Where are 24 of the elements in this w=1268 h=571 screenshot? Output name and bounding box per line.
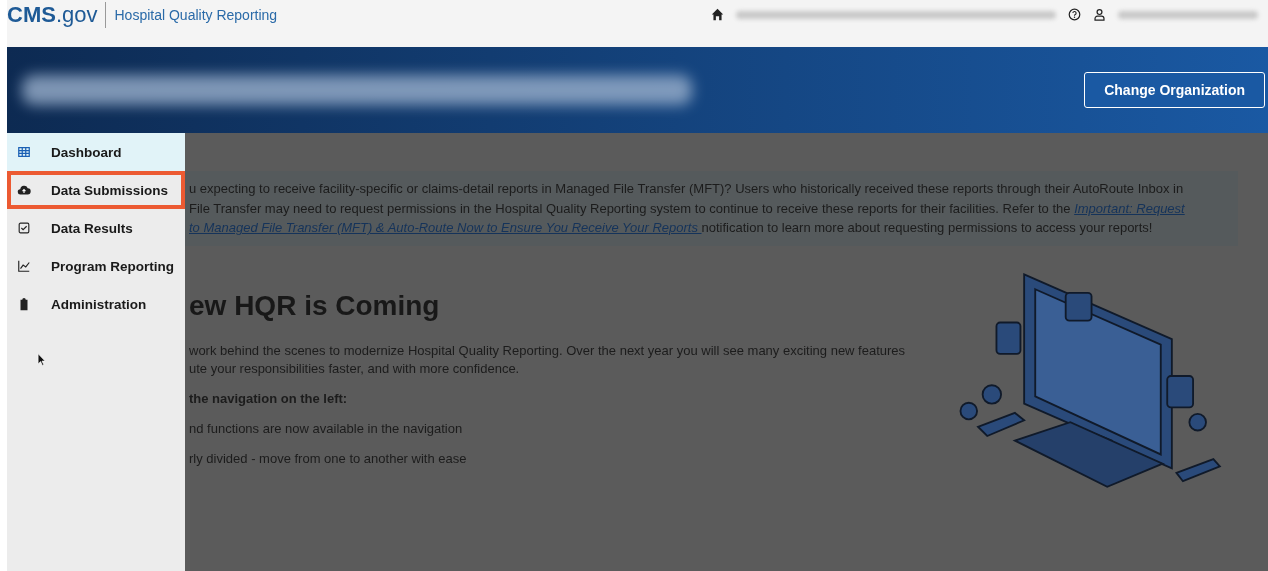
sidebar-item[interactable]: Program Reporting — [7, 247, 185, 285]
page-heading: ew HQR is Coming — [189, 289, 441, 322]
user-icon[interactable] — [1093, 8, 1106, 21]
sidebar-item[interactable]: Data Submissions — [7, 171, 185, 209]
app-name: Hospital Quality Reporting — [114, 6, 278, 23]
notice-text: File Transfer may need to request permissions in the Hospital Quality Reporting system to continue to receive these reports for their facilities. Refer to the Important: Request — [188, 199, 1186, 218]
home-icon[interactable] — [711, 8, 724, 21]
body-text: rly divided - move from one to another with ease — [189, 449, 468, 468]
sidebar-item[interactable]: Data Results — [7, 209, 185, 247]
cms-logo[interactable]: CMS.gov — [7, 1, 107, 28]
body-text: the navigation on the left: — [189, 389, 349, 408]
help-icon[interactable] — [1068, 8, 1081, 21]
mouse-pointer-icon — [37, 353, 47, 367]
checkbox-icon — [17, 221, 31, 235]
change-organization-button[interactable]: Change Organization — [1084, 72, 1265, 108]
line-chart-icon — [17, 259, 31, 273]
cloud-upload-icon — [17, 183, 31, 197]
grid-icon — [17, 145, 31, 159]
notice-text: to Managed File Transfer (MFT) & Auto-Route Now to Ensure You Receive Your Reports notification to learn more about requesting permissions to access your reports! — [188, 219, 1154, 237]
body-text: work behind the scenes to modernize Hospital Quality Reporting. Over the next year you will see many exciting new features — [189, 341, 906, 360]
body-text: ute your responsibilities faster, and with more confidence. — [189, 359, 521, 378]
notice-text: u expecting to receive facility-specific or claims-detail reports in Managed File Transfer (MFT)? Users who historically received these reports through their AutoRoute Inbox in — [188, 180, 1185, 198]
sidebar-item[interactable]: Dashboard — [7, 133, 185, 171]
sidebar-item[interactable]: Administration — [7, 285, 185, 323]
